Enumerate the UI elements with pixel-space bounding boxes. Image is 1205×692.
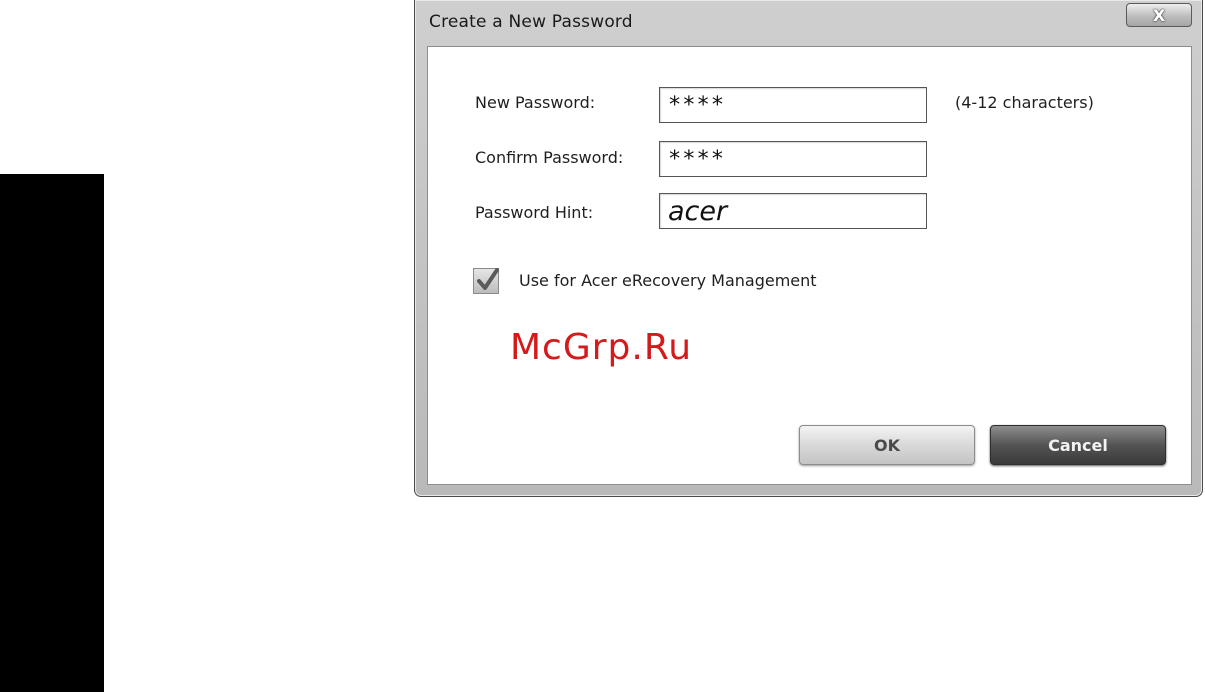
new-password-label: New Password: xyxy=(475,93,596,112)
ok-button-label: OK xyxy=(874,435,900,455)
ok-button[interactable]: OK xyxy=(799,425,975,465)
new-password-input[interactable]: **** xyxy=(659,87,927,123)
erecovery-label: Use for Acer eRecovery Management xyxy=(519,271,817,290)
page: Create a New Password X New Password: **… xyxy=(0,0,1205,692)
cancel-button-label: Cancel xyxy=(1048,435,1108,455)
password-hint-input[interactable]: acer xyxy=(659,193,927,229)
password-length-hint: (4-12 characters) xyxy=(955,93,1094,112)
dialog-content: New Password: **** (4-12 characters) Con… xyxy=(427,46,1192,485)
close-icon: X xyxy=(1152,5,1166,25)
confirm-password-value: **** xyxy=(668,146,725,172)
password-hint-value: acer xyxy=(668,195,728,227)
close-button[interactable]: X xyxy=(1126,3,1192,27)
cancel-button[interactable]: Cancel xyxy=(990,425,1166,465)
confirm-password-label: Confirm Password: xyxy=(475,148,624,167)
checkmark-icon xyxy=(477,268,499,290)
new-password-value: **** xyxy=(668,92,725,118)
password-hint-label: Password Hint: xyxy=(475,203,594,222)
dialog-title: Create a New Password xyxy=(429,12,633,32)
side-tab-bar xyxy=(0,174,104,692)
title-bar[interactable]: Create a New Password X xyxy=(415,0,1202,45)
confirm-password-input[interactable]: **** xyxy=(659,141,927,177)
create-password-dialog: Create a New Password X New Password: **… xyxy=(414,0,1203,497)
watermark-text: McGrp.Ru xyxy=(510,327,693,368)
erecovery-checkbox[interactable] xyxy=(473,268,499,294)
